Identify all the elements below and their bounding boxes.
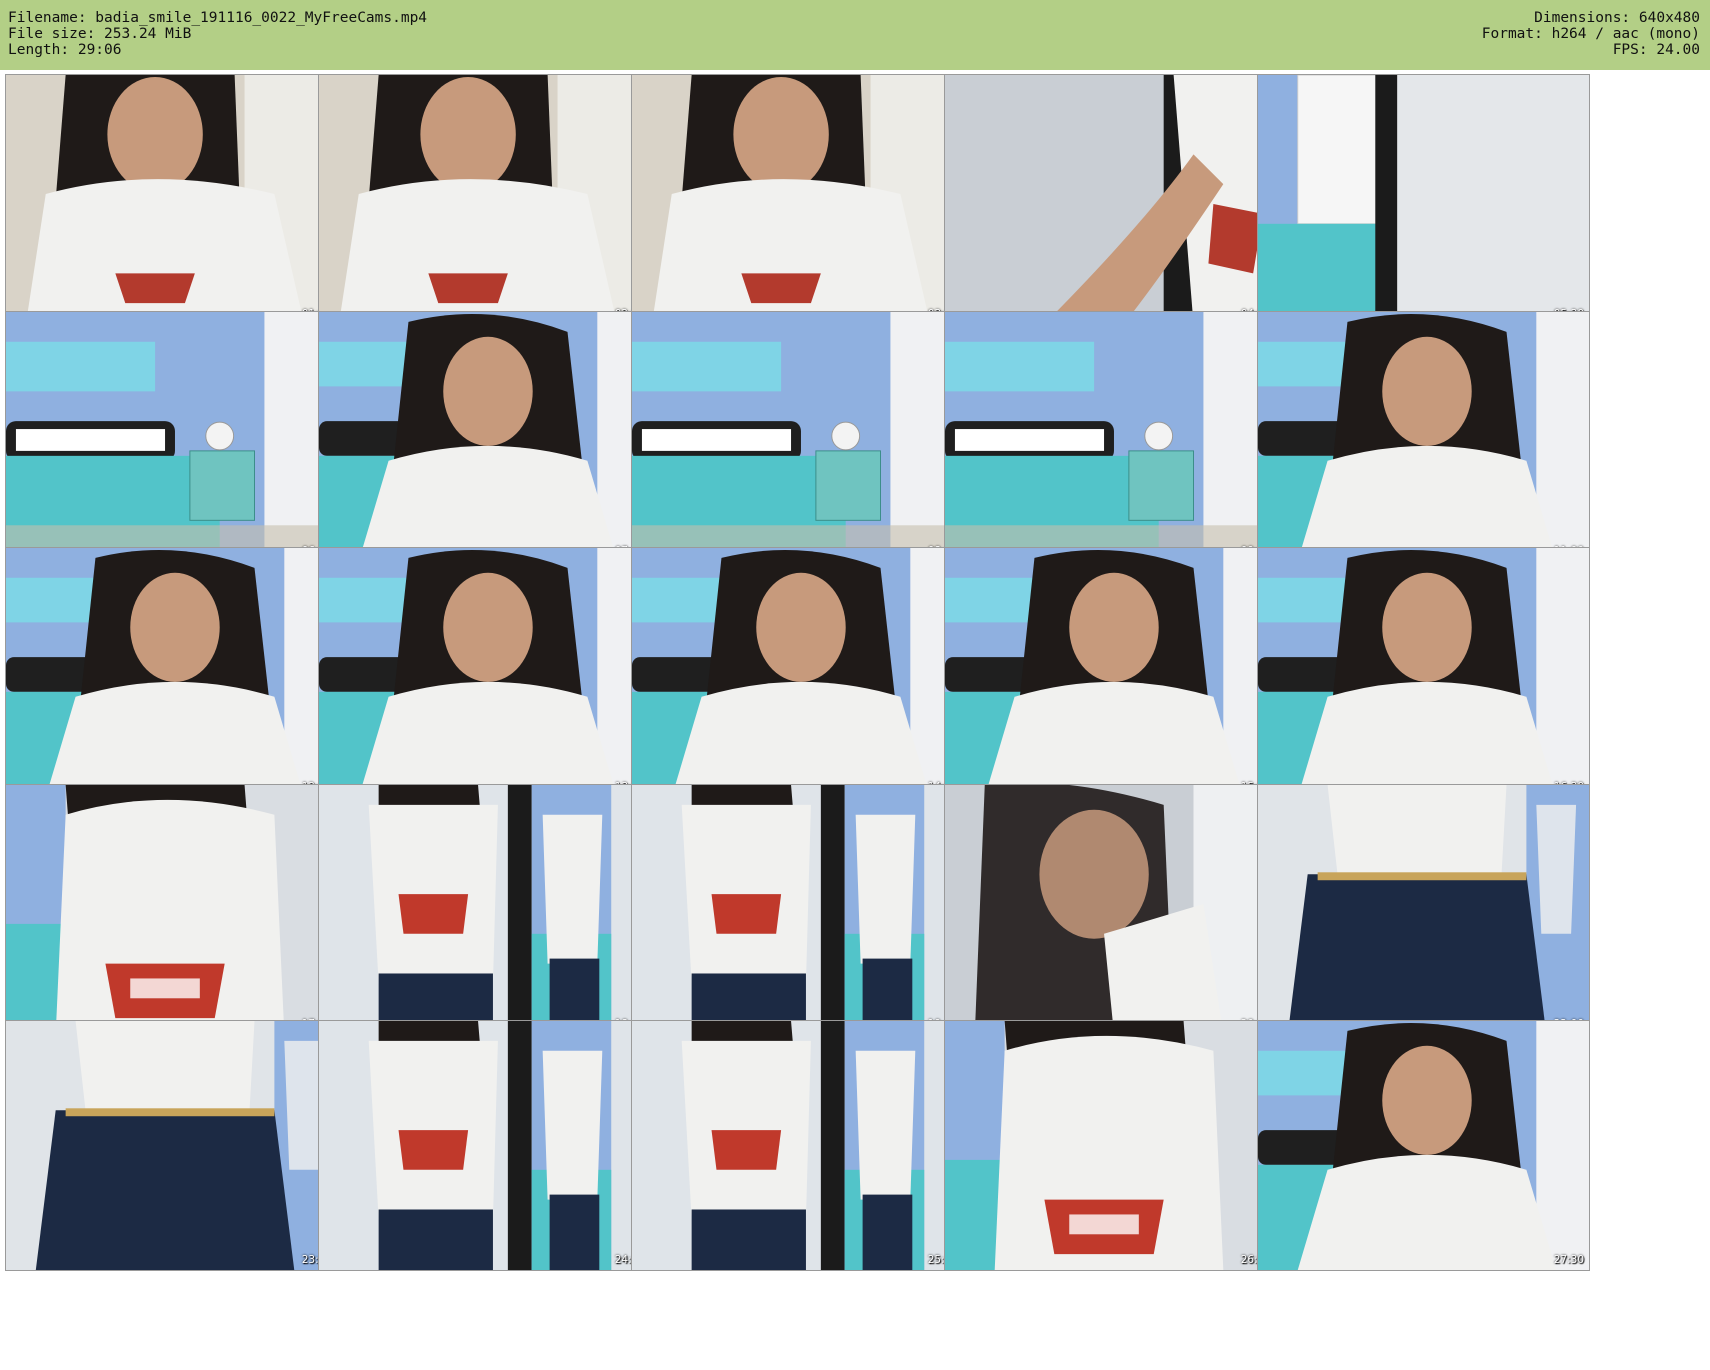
thumbnail-image [319, 312, 650, 561]
video-thumbnail: 13:12 [318, 547, 651, 798]
thumbnail-image [632, 1021, 963, 1270]
thumbnail-image [1258, 75, 1589, 324]
video-thumbnail: 04:24 [944, 74, 1277, 325]
video-thumbnail: 25:18 [631, 1020, 964, 1271]
video-thumbnail: 14:18 [631, 547, 964, 798]
thumbnail-grid: 01:0602:1203:1804:2405:30 06:3607:4208:48… [0, 70, 1710, 1370]
filesize-text: File size: 253.24 MiB [8, 26, 192, 42]
video-thumbnail: 27:30 [1257, 1020, 1590, 1271]
thumbnail-image [6, 785, 337, 1034]
video-thumbnail: 23:06 [5, 1020, 338, 1271]
thumbnail-image [319, 548, 650, 797]
video-thumbnail: 19:48 [631, 784, 964, 1035]
thumbnail-image [632, 75, 963, 324]
thumbnail-image [319, 75, 650, 324]
format-text: Format: h264 / aac (mono) [1481, 26, 1700, 42]
info-header: Filename: badia_smile_191116_0022_MyFree… [0, 0, 1710, 70]
video-thumbnail: 02:12 [318, 74, 651, 325]
filename-text: Filename: badia_smile_191116_0022_MyFree… [8, 10, 428, 26]
video-thumbnail: 22:00 [1257, 784, 1590, 1035]
thumbnail-image [945, 785, 1276, 1034]
thumbnail-image [632, 312, 963, 561]
file-info: Filename: badia_smile_191116_0022_MyFree… [8, 10, 427, 58]
video-thumbnail: 16:30 [1257, 547, 1590, 798]
video-thumbnail: 06:36 [5, 311, 338, 562]
thumbnail-image [319, 1021, 650, 1270]
video-thumbnail: 11:00 [1257, 311, 1590, 562]
video-thumbnail: 17:36 [5, 784, 338, 1035]
thumbnail-image [1258, 548, 1589, 797]
thumbnail-image [945, 1021, 1276, 1270]
thumbnail-image [945, 75, 1276, 324]
video-thumbnail: 18:42 [318, 784, 651, 1035]
video-thumbnail: 01:06 [5, 74, 338, 325]
thumbnail-image [632, 548, 963, 797]
video-thumbnail: 20:54 [944, 784, 1277, 1035]
video-info: Dimensions: 640x480 Format: h264 / aac (… [1482, 10, 1700, 58]
thumbnail-image [6, 75, 337, 324]
dimensions-text: Dimensions: 640x480 [1534, 10, 1700, 26]
thumbnail-image [6, 548, 337, 797]
thumbnail-image [319, 785, 650, 1034]
thumbnail-image [6, 312, 337, 561]
thumbnail-image [1258, 1021, 1589, 1270]
video-thumbnail: 24:12 [318, 1020, 651, 1271]
thumbnail-image [1258, 312, 1589, 561]
video-thumbnail: 03:18 [631, 74, 964, 325]
video-thumbnail: 15:24 [944, 547, 1277, 798]
video-thumbnail: 12:06 [5, 547, 338, 798]
fps-text: FPS: 24.00 [1612, 42, 1700, 58]
length-text: Length: 29:06 [8, 42, 122, 58]
video-thumbnail: 07:42 [318, 311, 651, 562]
thumbnail-image [945, 312, 1276, 561]
video-thumbnail: 08:48 [631, 311, 964, 562]
video-thumbnail: 05:30 [1257, 74, 1590, 325]
thumbnail-image [1258, 785, 1589, 1034]
thumbnail-image [6, 1021, 337, 1270]
video-thumbnail: 26:24 [944, 1020, 1277, 1271]
thumbnail-image [632, 785, 963, 1034]
thumbnail-image [945, 548, 1276, 797]
video-thumbnail: 09:54 [944, 311, 1277, 562]
timestamp-label: 27:30 [1553, 1254, 1584, 1266]
